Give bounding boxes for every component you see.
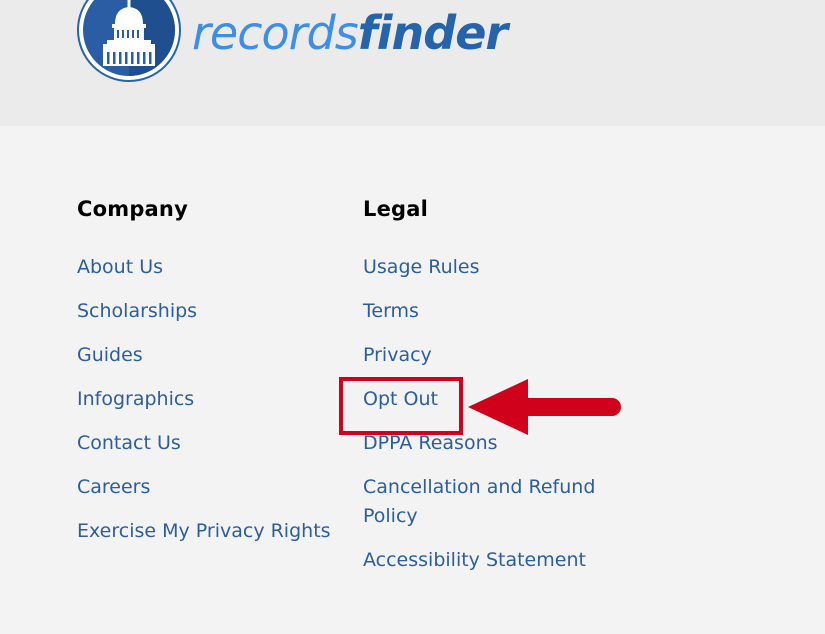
link-about-us[interactable]: About Us xyxy=(77,253,331,282)
link-exercise-privacy-rights[interactable]: Exercise My Privacy Rights xyxy=(77,517,331,546)
capitol-dome-icon xyxy=(77,0,181,82)
link-careers[interactable]: Careers xyxy=(77,473,331,502)
logo-wordmark: recordsfinder xyxy=(192,10,508,56)
logo-text-records: records xyxy=(192,6,359,60)
opt-out-highlight-box xyxy=(339,377,463,435)
link-accessibility-statement[interactable]: Accessibility Statement xyxy=(363,546,613,575)
link-terms[interactable]: Terms xyxy=(363,297,613,326)
legal-heading: Legal xyxy=(363,197,429,221)
company-heading: Company xyxy=(77,197,188,221)
link-guides[interactable]: Guides xyxy=(77,341,331,370)
link-cancellation-refund-policy[interactable]: Cancellation and Refund Policy xyxy=(363,473,613,531)
left-arrow-icon xyxy=(468,379,621,435)
link-infographics[interactable]: Infographics xyxy=(77,385,331,414)
link-usage-rules[interactable]: Usage Rules xyxy=(363,253,613,282)
link-contact-us[interactable]: Contact Us xyxy=(77,429,331,458)
site-header: recordsfinder xyxy=(0,0,825,126)
footer-column-company: Company About Us Scholarships Guides Inf… xyxy=(77,193,331,561)
link-privacy[interactable]: Privacy xyxy=(363,341,613,370)
link-scholarships[interactable]: Scholarships xyxy=(77,297,331,326)
company-links: About Us Scholarships Guides Infographic… xyxy=(77,253,331,546)
site-logo[interactable]: recordsfinder xyxy=(77,0,508,82)
logo-text-finder: finder xyxy=(357,6,508,60)
